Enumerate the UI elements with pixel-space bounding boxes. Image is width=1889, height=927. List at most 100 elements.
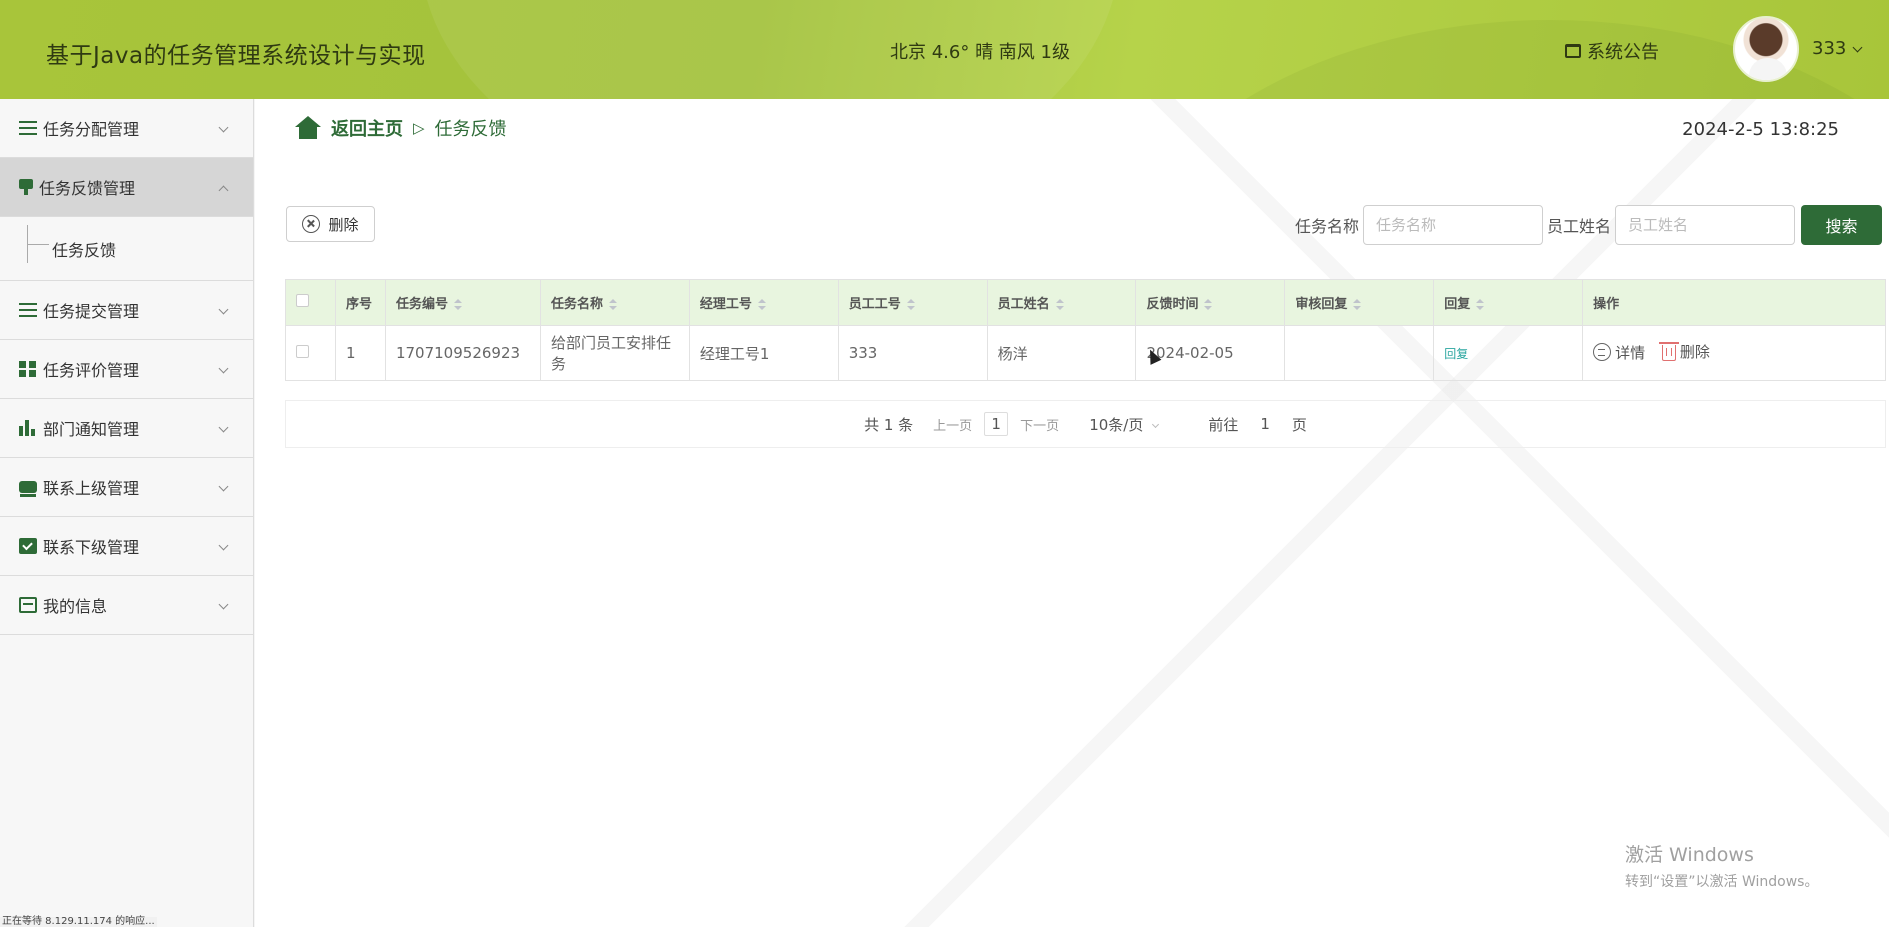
column-header[interactable]: 员工工号 <box>837 279 988 326</box>
page-size-select[interactable]: 10条/页 <box>1089 414 1160 435</box>
breadcrumb-separator: ▷ <box>413 119 425 137</box>
trash-icon <box>1658 342 1679 361</box>
sidebar-item-task-feedback[interactable]: 任务反馈管理 <box>0 158 253 217</box>
reply-link[interactable]: 回复 <box>1444 347 1468 361</box>
list-icon <box>19 121 37 135</box>
task-name-input[interactable] <box>1363 205 1544 245</box>
chevron-down-icon <box>218 422 229 433</box>
feedback-table: 序号 任务编号 任务名称 经理工号 员工工号 员工姓名 反馈时间 审核回复 回复… <box>285 279 1886 381</box>
sidebar-item-my-info[interactable]: 我的信息 <box>0 576 253 635</box>
chevron-down-icon <box>1152 420 1160 428</box>
watermark-line1: 激活 Windows <box>1625 844 1754 866</box>
detail-button[interactable]: 详情 <box>1593 342 1645 363</box>
announcement-link[interactable]: 系统公告 <box>1565 38 1659 64</box>
batch-delete-button[interactable]: 删除 <box>286 206 375 242</box>
breadcrumb: 返回主页 ▷ 任务反馈 <box>295 115 507 141</box>
cell-manager-no: 经理工号1 <box>688 325 839 381</box>
announcement-label: 系统公告 <box>1587 42 1659 63</box>
weather-info: 北京 4.6° 晴 南风 1级 <box>890 42 1070 63</box>
column-header[interactable]: 反馈时间 <box>1135 279 1286 326</box>
current-datetime: 2024-2-5 13:8:25 <box>1682 119 1839 140</box>
search-form: 任务名称 员工姓名 搜索 <box>1295 205 1883 245</box>
sidebar-item-label: 联系下级管理 <box>43 538 140 557</box>
column-header[interactable]: 任务编号 <box>384 279 541 326</box>
table-row: 1 1707109526923 给部门员工安排任务 经理工号1 333 杨洋 2… <box>285 325 1886 381</box>
submenu-item-task-feedback[interactable]: 任务反馈 <box>0 217 253 281</box>
sort-icon[interactable] <box>906 299 915 310</box>
sort-icon[interactable] <box>1353 299 1362 310</box>
page-number[interactable]: 1 <box>984 412 1009 436</box>
column-header[interactable]: 审核回复 <box>1284 279 1435 326</box>
brush-icon <box>19 179 33 195</box>
sidebar-item-label: 任务评价管理 <box>43 361 140 380</box>
sidebar-item-task-assign[interactable]: 任务分配管理 <box>0 99 253 158</box>
detail-label: 详情 <box>1615 343 1646 362</box>
prev-page-button[interactable]: 上一页 <box>933 415 972 434</box>
page-size-value: 10条/页 <box>1089 415 1144 434</box>
top-header: 基于Java的任务管理系统设计与实现 北京 4.6° 晴 南风 1级 系统公告 … <box>0 0 1889 99</box>
browser-status-bar: 正在等待 8.129.11.174 的响应... <box>0 916 157 927</box>
chevron-down-icon <box>218 599 229 610</box>
breadcrumb-current: 任务反馈 <box>434 119 507 140</box>
detail-icon <box>1593 343 1612 361</box>
sort-icon[interactable] <box>608 299 617 310</box>
chevron-down-icon <box>218 481 229 492</box>
column-header[interactable]: 回复 <box>1433 279 1584 326</box>
row-select-cell[interactable] <box>285 325 336 381</box>
batch-delete-label: 删除 <box>328 216 359 234</box>
chat-icon <box>19 481 37 497</box>
sidebar-item-label: 任务分配管理 <box>43 120 140 139</box>
bar-chart-icon <box>19 420 37 436</box>
goto-label: 前往 <box>1208 415 1239 434</box>
sidebar-item-label: 我的信息 <box>43 597 108 616</box>
user-name: 333 <box>1812 38 1847 59</box>
sidebar-item-task-submit[interactable]: 任务提交管理 <box>0 281 253 340</box>
home-icon[interactable] <box>295 116 321 140</box>
sidebar-item-label: 部门通知管理 <box>43 420 140 439</box>
cell-reply: 回复 <box>1433 325 1584 381</box>
sidebar-item-task-evaluation[interactable]: 任务评价管理 <box>0 340 253 399</box>
column-header[interactable]: 员工姓名 <box>986 279 1137 326</box>
sidebar-item-contact-subordinate[interactable]: 联系下级管理 <box>0 517 253 576</box>
clipboard-check-icon <box>19 538 37 554</box>
chevron-down-icon <box>218 122 229 133</box>
sidebar: 任务分配管理 任务反馈管理 任务反馈 任务提交管理 任务评价管理 部门通知管理 … <box>0 99 254 927</box>
cell-index: 1 <box>334 325 386 381</box>
breadcrumb-home-link[interactable]: 返回主页 <box>331 115 403 141</box>
sort-icon[interactable] <box>1055 299 1064 310</box>
delete-button[interactable]: 删除 <box>1658 341 1710 362</box>
app-title: 基于Java的任务管理系统设计与实现 <box>46 43 426 69</box>
sidebar-item-contact-superior[interactable]: 联系上级管理 <box>0 458 253 517</box>
employee-name-label: 员工姓名 <box>1547 217 1612 236</box>
goto-page-input[interactable]: 1 <box>1260 415 1270 433</box>
row-checkbox[interactable] <box>296 345 309 358</box>
column-header: 序号 <box>334 279 386 326</box>
sort-icon[interactable] <box>1476 299 1485 310</box>
announcement-icon <box>1565 44 1581 58</box>
employee-name-input[interactable] <box>1615 205 1796 245</box>
column-header[interactable]: 经理工号 <box>688 279 839 326</box>
user-menu[interactable]: 333 <box>1812 38 1863 59</box>
card-icon <box>19 597 37 613</box>
avatar[interactable] <box>1733 16 1799 82</box>
sort-icon[interactable] <box>453 299 462 310</box>
select-all-cell[interactable] <box>285 279 336 326</box>
sidebar-item-label: 联系上级管理 <box>43 479 140 498</box>
sidebar-item-dept-notice[interactable]: 部门通知管理 <box>0 399 253 458</box>
column-header[interactable]: 任务名称 <box>539 279 690 326</box>
main-content: 返回主页 ▷ 任务反馈 2024-2-5 13:8:25 删除 任务名称 员工姓… <box>255 99 1889 927</box>
chevron-down-icon <box>218 304 229 315</box>
sort-icon[interactable] <box>1204 299 1213 310</box>
pagination: 共 1 条 上一页 1 下一页 10条/页 前往 1 页 <box>285 400 1886 448</box>
chevron-up-icon <box>218 185 229 196</box>
chevron-down-icon <box>1852 42 1863 53</box>
column-header: 操作 <box>1582 279 1886 326</box>
sidebar-item-label: 任务反馈管理 <box>39 179 136 198</box>
sort-icon[interactable] <box>757 299 766 310</box>
circle-close-icon <box>302 215 321 233</box>
table-header-row: 序号 任务编号 任务名称 经理工号 员工工号 员工姓名 反馈时间 审核回复 回复… <box>285 279 1886 326</box>
next-page-button[interactable]: 下一页 <box>1020 415 1059 434</box>
select-all-checkbox[interactable] <box>296 294 309 307</box>
search-button[interactable]: 搜索 <box>1801 205 1883 245</box>
delete-label: 删除 <box>1679 343 1710 361</box>
